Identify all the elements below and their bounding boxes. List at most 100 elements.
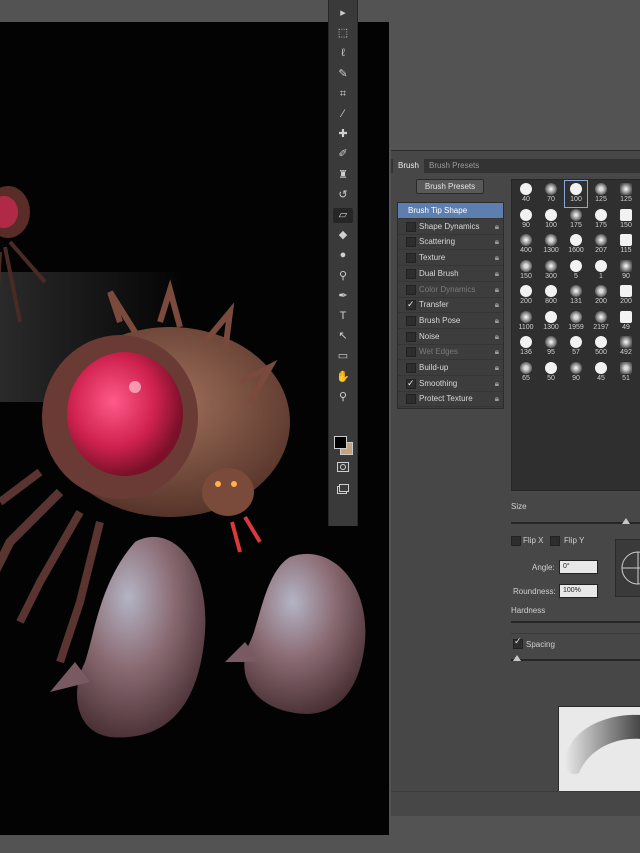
brush-tip-preset[interactable]: 1100 <box>515 309 537 335</box>
crop-tool-icon[interactable]: ⌗ <box>333 87 353 102</box>
quick-mask-icon[interactable] <box>333 462 353 477</box>
brush-option-noise[interactable]: Noise 🔒︎ <box>398 329 503 345</box>
lock-icon[interactable]: 🔒︎ <box>495 234 499 249</box>
brush-tip-preset[interactable]: 200 <box>615 283 637 309</box>
brush-tip-preset[interactable]: 5 <box>565 258 587 284</box>
brush-tip-preset[interactable]: 40 <box>515 181 537 207</box>
brush-option-dual-brush[interactable]: Dual Brush 🔒︎ <box>398 266 503 282</box>
brush-option-scattering[interactable]: Scattering 🔒︎ <box>398 234 503 251</box>
brush-tip-preset[interactable]: 45 <box>590 360 612 386</box>
brush-option-wet-edges[interactable]: Wet Edges 🔒︎ <box>398 344 503 361</box>
lock-icon[interactable]: 🔒︎ <box>495 376 499 391</box>
option-checkbox[interactable] <box>406 253 416 264</box>
brush-tip-preset[interactable]: 1300 <box>540 309 562 335</box>
brush-tip-preset[interactable]: 175 <box>590 207 612 233</box>
option-checkbox[interactable] <box>406 315 416 326</box>
flip-y-checkbox[interactable] <box>550 536 560 546</box>
brush-tip-preset[interactable]: 51 <box>615 360 637 386</box>
brush-tip-preset[interactable]: 95 <box>540 334 562 360</box>
option-checkbox[interactable] <box>406 284 416 295</box>
option-checkbox[interactable] <box>406 394 416 405</box>
tab-brush-presets[interactable]: Brush Presets <box>424 159 484 173</box>
brush-tip-preset[interactable]: 1959 <box>565 309 587 335</box>
move-tool-icon[interactable]: ▸ <box>333 6 353 21</box>
lock-icon[interactable]: 🔒︎ <box>495 250 499 265</box>
option-checkbox[interactable] <box>406 297 416 312</box>
brush-tip-preset[interactable]: 100 <box>564 180 588 208</box>
option-checkbox[interactable] <box>406 237 416 248</box>
size-slider[interactable] <box>511 522 640 524</box>
lock-icon[interactable]: 🔒︎ <box>495 282 499 297</box>
size-slider-knob[interactable] <box>622 518 630 524</box>
brush-angle-preview[interactable] <box>615 539 640 597</box>
spacing-slider[interactable] <box>511 659 640 661</box>
brush-tip-preset[interactable]: 2197 <box>590 309 612 335</box>
brush-tip-preset[interactable]: 131 <box>565 283 587 309</box>
brush-tip-preset[interactable]: 136 <box>515 334 537 360</box>
spacing-slider-knob[interactable] <box>513 655 521 661</box>
type-tool-icon[interactable]: T <box>333 309 353 324</box>
brush-tip-preset[interactable]: 49 <box>615 309 637 335</box>
brush-tip-preset[interactable]: 800 <box>540 283 562 309</box>
brush-tip-preset[interactable]: 150 <box>515 258 537 284</box>
zoom-tool-icon[interactable]: ⚲ <box>333 390 353 405</box>
quick-select-tool-icon[interactable]: ✎ <box>333 67 353 82</box>
brush-tip-preset[interactable]: 125 <box>590 181 612 207</box>
brush-tip-preset[interactable]: 65 <box>515 360 537 386</box>
brush-tip-preset[interactable]: 500 <box>590 334 612 360</box>
brush-tip-preset[interactable]: 100 <box>540 207 562 233</box>
path-select-tool-icon[interactable]: ↖ <box>333 329 353 344</box>
brush-presets-button[interactable]: Brush Presets <box>416 179 484 194</box>
brush-option-transfer[interactable]: Transfer 🔒︎ <box>398 297 503 314</box>
clone-stamp-tool-icon[interactable]: ♜ <box>333 168 353 183</box>
brush-tip-preset[interactable]: 90 <box>515 207 537 233</box>
brush-tip-preset[interactable]: 57 <box>565 334 587 360</box>
eyedropper-tool-icon[interactable]: ∕ <box>333 107 353 122</box>
brush-tip-presets-grid[interactable]: 40 70 100 125 125 90 100 175 175 150 400 1300 1600 20… <box>511 179 640 491</box>
brush-tip-preset[interactable]: 90 <box>615 258 637 284</box>
spacing-checkbox[interactable] <box>513 636 523 649</box>
brush-option-color-dynamics[interactable]: Color Dynamics 🔒︎ <box>398 282 503 298</box>
option-checkbox[interactable] <box>406 347 416 358</box>
flip-x-checkbox[interactable] <box>511 536 521 546</box>
dodge-tool-icon[interactable]: ⚲ <box>333 269 353 284</box>
brush-tip-preset[interactable]: 200 <box>515 283 537 309</box>
foreground-color-swatch[interactable] <box>334 436 347 449</box>
brush-option-protect-texture[interactable]: Protect Texture 🔒︎ <box>398 391 503 408</box>
brush-tip-preset[interactable]: 90 <box>565 360 587 386</box>
brush-tip-preset[interactable]: 1300 <box>540 232 562 258</box>
brush-tip-preset[interactable]: 50 <box>540 360 562 386</box>
lasso-tool-icon[interactable]: ℓ <box>333 46 353 61</box>
brush-option-brush-tip-shape[interactable]: Brush Tip Shape <box>398 203 503 219</box>
option-checkbox[interactable] <box>406 221 416 232</box>
lock-icon[interactable]: 🔒︎ <box>495 297 499 312</box>
marquee-tool-icon[interactable]: ⬚ <box>333 26 353 41</box>
lock-icon[interactable]: 🔒︎ <box>495 329 499 344</box>
lock-icon[interactable]: 🔒︎ <box>495 266 499 281</box>
brush-tip-preset[interactable]: 1600 <box>565 232 587 258</box>
brush-option-smoothing[interactable]: Smoothing 🔒︎ <box>398 376 503 392</box>
option-checkbox[interactable] <box>406 376 416 391</box>
brush-tip-preset[interactable]: 175 <box>565 207 587 233</box>
brush-tip-preset[interactable]: 1 <box>590 258 612 284</box>
brush-option-build-up[interactable]: Build-up 🔒︎ <box>398 360 503 376</box>
blur-tool-icon[interactable]: ● <box>333 248 353 263</box>
lock-icon[interactable]: 🔒︎ <box>495 360 499 375</box>
brush-tool-icon[interactable]: ✐ <box>333 147 353 162</box>
brush-tip-preset[interactable]: 125 <box>615 181 637 207</box>
brush-option-texture[interactable]: Texture 🔒︎ <box>398 250 503 267</box>
history-brush-tool-icon[interactable]: ↺ <box>333 188 353 203</box>
hardness-slider[interactable] <box>511 621 640 623</box>
paint-bucket-tool-icon[interactable]: ◆ <box>333 228 353 243</box>
eraser-tool-icon[interactable]: ▱ <box>333 208 353 223</box>
brush-option-shape-dynamics[interactable]: Shape Dynamics 🔒︎ <box>398 219 503 235</box>
hand-tool-icon[interactable]: ✋ <box>333 370 353 385</box>
brush-tip-preset[interactable]: 207 <box>590 232 612 258</box>
tab-brush[interactable]: Brush <box>393 159 424 173</box>
shape-tool-icon[interactable]: ▭ <box>333 349 353 364</box>
brush-tip-preset[interactable]: 400 <box>515 232 537 258</box>
lock-icon[interactable]: 🔒︎ <box>495 391 499 406</box>
option-checkbox[interactable] <box>406 331 416 342</box>
healing-brush-tool-icon[interactable]: ✚ <box>333 127 353 142</box>
lock-icon[interactable]: 🔒︎ <box>495 313 499 328</box>
